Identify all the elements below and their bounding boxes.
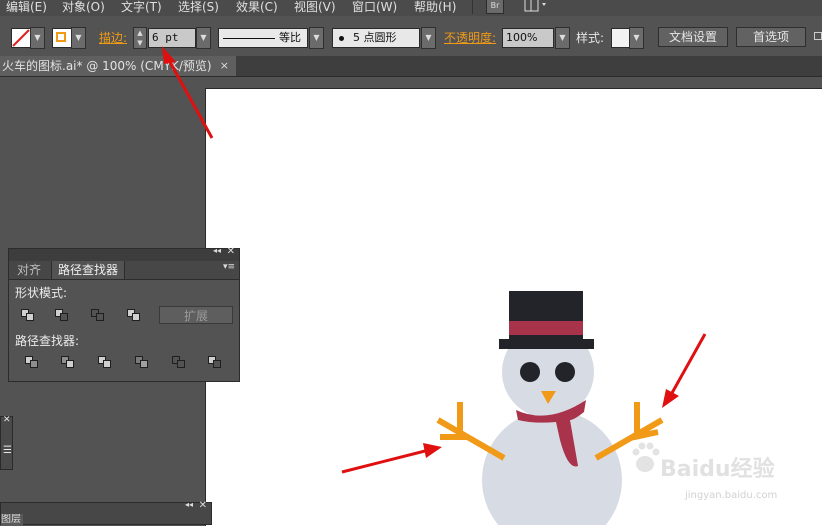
arrowhead-icon	[423, 443, 442, 458]
left-arm[interactable]	[436, 402, 506, 461]
baidu-watermark: Baidu经验 jingyan.baidu.com	[630, 438, 822, 508]
watermark-text: Baidu经验	[660, 457, 775, 482]
divide-icon[interactable]	[24, 355, 40, 369]
arrow-to-right-arm	[670, 333, 707, 394]
arrow-to-left-arm	[341, 449, 426, 474]
bottom-panel: ◂◂ ✕ 图层	[0, 500, 212, 526]
intersect-icon[interactable]	[90, 308, 106, 322]
close-panel-icon[interactable]: ✕	[199, 500, 207, 511]
expand-button[interactable]: 扩展	[159, 306, 233, 324]
panel-tabs: 对齐 路径查找器 ▾≡	[9, 261, 239, 280]
panel-title-bar[interactable]: ◂◂ ✕	[9, 246, 239, 261]
arrowhead-icon	[662, 389, 679, 408]
minus-front-icon[interactable]	[54, 308, 70, 322]
arrowhead-icon	[162, 46, 176, 64]
outline-icon[interactable]	[171, 355, 187, 369]
panel-options-icon[interactable]: ▾≡	[223, 262, 235, 272]
close-panel-icon[interactable]: ✕	[3, 415, 11, 425]
merge-icon[interactable]	[97, 355, 113, 369]
minus-back-icon[interactable]	[207, 355, 223, 369]
hat-brim[interactable]	[499, 339, 594, 349]
collapse-panel-icon[interactable]: ◂◂	[185, 500, 193, 509]
left-eye[interactable]	[520, 362, 540, 382]
close-panel-icon[interactable]: ✕	[227, 246, 235, 257]
collapsed-panel[interactable]: ✕ ☰	[0, 415, 13, 470]
panel-menu-icon[interactable]: ☰	[3, 445, 12, 456]
unite-icon[interactable]	[20, 308, 36, 322]
arrow-to-stroke-weight	[168, 61, 214, 139]
exclude-icon[interactable]	[126, 308, 142, 322]
pathfinder-panel: ◂◂ ✕ 对齐 路径查找器 ▾≡ 形状模式: 扩展 路径查找器:	[8, 246, 240, 382]
tab-layers[interactable]: 图层	[1, 514, 23, 526]
paw-logo-icon	[632, 442, 660, 472]
collapse-panel-icon[interactable]: ◂◂	[213, 246, 221, 255]
right-eye[interactable]	[555, 362, 575, 382]
hat-band[interactable]	[509, 321, 583, 335]
snowman[interactable]	[436, 291, 664, 525]
crop-icon[interactable]	[134, 355, 150, 369]
shape-modes-label: 形状模式:	[15, 286, 68, 300]
trim-icon[interactable]	[60, 355, 76, 369]
pathfinders-label: 路径查找器:	[15, 334, 80, 348]
snowman-body[interactable]	[482, 410, 622, 525]
watermark-url: jingyan.baidu.com	[685, 490, 778, 501]
tab-align[interactable]: 对齐	[11, 261, 47, 279]
annotation-arrows	[162, 46, 707, 474]
tab-pathfinder[interactable]: 路径查找器	[51, 261, 126, 279]
